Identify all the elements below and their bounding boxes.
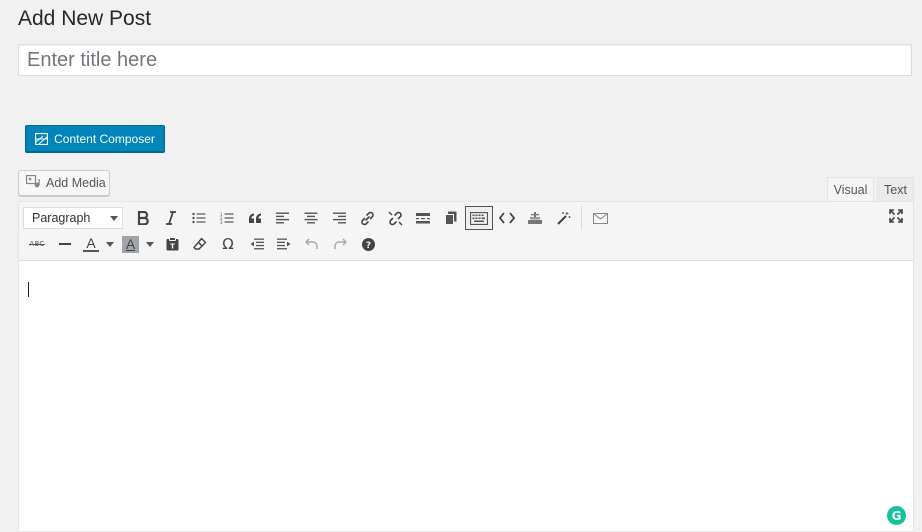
fullscreen-icon — [889, 208, 903, 228]
omega-icon: Ω — [222, 235, 234, 253]
post-title-input[interactable] — [18, 44, 912, 76]
toolbar-row-1: Paragraph 123 — [23, 205, 614, 231]
svg-text:T: T — [170, 243, 175, 251]
editor-toolbar: Paragraph 123 ABC A A T Ω ? — [19, 202, 913, 261]
read-more-icon — [416, 212, 430, 224]
bold-button[interactable] — [129, 206, 157, 230]
paste-as-text-button[interactable]: T — [158, 232, 186, 256]
special-character-button[interactable]: Ω — [214, 232, 242, 256]
align-left-button[interactable] — [269, 206, 297, 230]
add-media-label: Add Media — [46, 176, 106, 190]
toolbar-toggle-button[interactable] — [465, 206, 493, 230]
strikethrough-icon: ABC — [29, 240, 45, 248]
fullscreen-button[interactable] — [886, 208, 906, 228]
svg-text:?: ? — [365, 241, 370, 251]
link-icon — [360, 211, 375, 226]
magic-wand-button[interactable] — [549, 206, 577, 230]
background-color-button[interactable]: A — [118, 232, 158, 256]
align-center-button[interactable] — [297, 206, 325, 230]
remove-link-button[interactable] — [381, 206, 409, 230]
grammarly-letter: G — [891, 508, 902, 523]
numbered-list-button[interactable]: 123 — [213, 206, 241, 230]
help-button[interactable]: ? — [354, 232, 382, 256]
decrease-indent-button[interactable] — [242, 232, 270, 256]
read-more-button[interactable] — [409, 206, 437, 230]
bold-icon — [137, 211, 149, 225]
add-media-button[interactable]: Add Media — [18, 170, 110, 196]
code-icon — [499, 212, 515, 224]
background-color-letter: A — [125, 236, 136, 252]
redo-icon — [333, 238, 347, 250]
chevron-down-icon — [106, 241, 114, 247]
indent-icon — [276, 238, 292, 250]
content-composer-button[interactable]: Content Composer — [25, 125, 165, 152]
code-button[interactable] — [493, 206, 521, 230]
insert-link-button[interactable] — [353, 206, 381, 230]
editor: Paragraph 123 ABC A A T Ω ? G — [18, 201, 914, 532]
chevron-down-icon — [110, 215, 118, 221]
quote-icon — [248, 213, 262, 224]
align-right-button[interactable] — [325, 206, 353, 230]
redo-button[interactable] — [326, 232, 354, 256]
pages-icon — [445, 211, 457, 225]
background-color-icon: A — [122, 235, 139, 253]
grammarly-icon[interactable]: G — [887, 506, 906, 525]
horizontal-line-icon — [59, 242, 71, 246]
text-color-swatch — [83, 250, 99, 252]
tab-visual-label: Visual — [833, 182, 868, 197]
strikethrough-button[interactable]: ABC — [23, 232, 51, 256]
shortcode-icon — [527, 211, 543, 225]
italic-button[interactable] — [157, 206, 185, 230]
help-icon: ? — [361, 237, 375, 251]
svg-text:3: 3 — [220, 220, 223, 224]
toolbar-row-2: ABC A A T Ω ? — [23, 231, 382, 257]
keyboard-icon — [470, 211, 488, 225]
tab-text[interactable]: Text — [877, 177, 914, 201]
shortcode-button[interactable] — [521, 206, 549, 230]
text-cursor — [28, 282, 29, 297]
text-color-icon: A — [83, 236, 99, 252]
increase-indent-button[interactable] — [270, 232, 298, 256]
outdent-icon — [249, 238, 264, 250]
format-select[interactable]: Paragraph — [23, 207, 123, 229]
align-center-icon — [304, 212, 318, 224]
numbered-list-icon: 123 — [220, 212, 234, 224]
tab-visual[interactable]: Visual — [827, 177, 874, 201]
chevron-down-icon — [146, 241, 154, 247]
tab-text-label: Text — [884, 182, 907, 197]
page-title: Add New Post — [18, 7, 152, 30]
format-select-value: Paragraph — [32, 211, 91, 225]
mail-icon — [592, 212, 608, 224]
align-left-icon — [276, 212, 290, 224]
clipboard-icon: T — [166, 237, 179, 251]
undo-icon — [305, 238, 319, 250]
composer-label: Content Composer — [54, 131, 155, 146]
email-button[interactable] — [586, 206, 614, 230]
editor-content-area[interactable] — [19, 261, 913, 531]
eraser-icon — [193, 237, 207, 251]
undo-button[interactable] — [298, 232, 326, 256]
blockquote-button[interactable] — [241, 206, 269, 230]
italic-icon — [165, 211, 177, 225]
clear-formatting-button[interactable] — [186, 232, 214, 256]
toolbar-separator — [581, 206, 582, 230]
text-color-button[interactable]: A — [79, 232, 118, 256]
horizontal-line-button[interactable] — [51, 232, 79, 256]
bullet-list-icon — [192, 212, 206, 224]
unlink-icon — [388, 211, 403, 226]
media-icon — [25, 174, 41, 192]
magic-wand-icon — [556, 211, 571, 226]
page-break-button[interactable] — [437, 206, 465, 230]
composer-icon — [35, 132, 49, 145]
bullet-list-button[interactable] — [185, 206, 213, 230]
text-color-letter: A — [86, 235, 96, 251]
align-right-icon — [332, 212, 346, 224]
